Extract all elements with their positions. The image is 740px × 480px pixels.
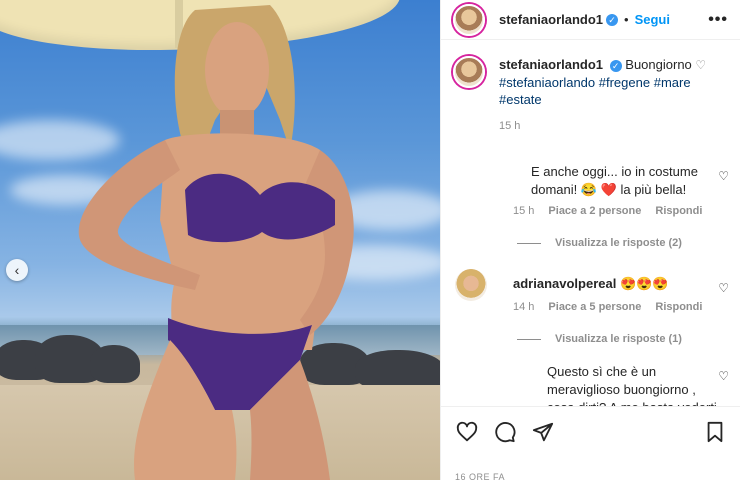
commenter-avatar[interactable] [455, 269, 487, 301]
comment-time: 15 h [513, 205, 535, 217]
heart-outline-icon: ♡ [695, 58, 707, 72]
previous-photo-button[interactable]: ‹ [6, 259, 28, 281]
hashtag-link[interactable]: #stefaniaorlando [499, 75, 595, 90]
comment-text: E anche oggi... io in costume domani! 😂 … [531, 164, 698, 197]
hashtag-link[interactable]: #estate [499, 92, 542, 107]
author-username[interactable]: stefaniaorlando1 [499, 12, 603, 27]
hashtag-link[interactable]: #fregene [599, 75, 650, 90]
comment-item: adrianavolpereal 😍😍😍 ♡ 14 h Piace a 5 pe… [441, 269, 740, 345]
person-figure [78, 5, 354, 480]
comment-meta: 15 h Piace a 2 persone Rispondi [513, 205, 729, 217]
verified-badge-icon: ✓ [609, 59, 622, 72]
post-actions-bar [441, 406, 740, 456]
post-timestamp: 16 ORE FA [455, 472, 506, 480]
caption-text: Buongiorno [625, 57, 692, 72]
post-photo[interactable]: ‹ [0, 0, 440, 480]
like-comment-icon[interactable]: ♡ [718, 281, 729, 295]
heart-icon[interactable] [455, 420, 479, 444]
caption-avatar[interactable] [453, 56, 485, 88]
author-avatar[interactable] [453, 3, 485, 36]
comment-time: 14 h [513, 301, 535, 313]
commenter-username[interactable]: adrianavolpereal [513, 276, 616, 291]
like-comment-icon[interactable]: ♡ [718, 369, 729, 383]
comment-likes[interactable]: Piace a 2 persone [548, 205, 641, 217]
post-caption: stefaniaorlando1 ✓ Buongiorno ♡ #stefani… [441, 40, 740, 135]
replies-divider [517, 338, 541, 340]
view-replies-button[interactable]: Visualizza le risposte (2) [517, 237, 729, 249]
share-icon[interactable] [531, 420, 555, 444]
replies-divider [517, 242, 541, 244]
comment-meta: 14 h Piace a 5 persone Rispondi [513, 301, 729, 313]
chevron-left-icon: ‹ [14, 262, 20, 278]
post-side-panel: stefaniaorlando1 ✓ • Segui ••• stefaniao… [440, 0, 740, 480]
separator-dot: • [624, 12, 629, 27]
follow-button[interactable]: Segui [635, 12, 670, 27]
comment-icon[interactable] [493, 420, 517, 444]
reply-button[interactable]: Rispondi [655, 205, 702, 217]
post-header: stefaniaorlando1 ✓ • Segui ••• [441, 0, 740, 40]
view-replies-button[interactable]: Visualizza le risposte (1) [517, 333, 729, 345]
bookmark-icon[interactable] [703, 420, 727, 444]
like-comment-icon[interactable]: ♡ [718, 169, 729, 183]
comment-text: Questo sì che è un meraviglioso buongior… [547, 364, 717, 406]
verified-badge-icon: ✓ [606, 13, 619, 26]
comment-item: Questo sì che è un meraviglioso buongior… [441, 363, 740, 406]
hashtag-link[interactable]: #mare [654, 75, 691, 90]
comment-item: E anche oggi... io in costume domani! 😂 … [441, 163, 740, 249]
reply-button[interactable]: Rispondi [655, 301, 702, 313]
comment-text: 😍😍😍 [619, 276, 669, 291]
caption-time: 15 h [499, 120, 521, 132]
more-options-button[interactable]: ••• [708, 11, 728, 29]
comments-list[interactable]: stefaniaorlando1 ✓ Buongiorno ♡ #stefani… [441, 40, 740, 406]
caption-username[interactable]: stefaniaorlando1 [499, 57, 603, 72]
view-replies-label: Visualizza le risposte (2) [555, 237, 682, 249]
comment-likes[interactable]: Piace a 5 persone [548, 301, 641, 313]
view-replies-label: Visualizza le risposte (1) [555, 333, 682, 345]
